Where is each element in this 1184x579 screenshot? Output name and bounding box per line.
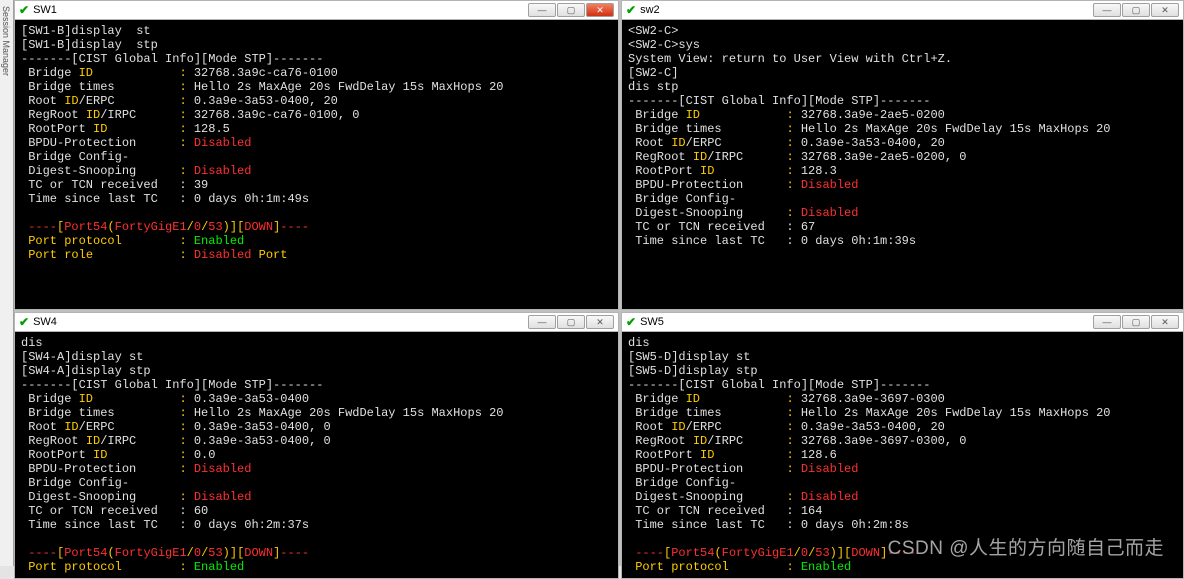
close-button[interactable]: ✕ bbox=[586, 315, 614, 329]
terminal-tile-sw1: ✔ SW1 — ▢ ✕ [SW1-B]display st [SW1-B]dis… bbox=[14, 0, 619, 310]
session-sidebar[interactable]: Session Manager Command Manager Active S… bbox=[0, 0, 14, 566]
titlebar-sw5[interactable]: ✔ SW5 — ▢ ✕ bbox=[621, 312, 1184, 332]
terminal-grid: ✔ SW1 — ▢ ✕ [SW1-B]display st [SW1-B]dis… bbox=[14, 0, 1184, 566]
terminal-output-sw4[interactable]: dis [SW4-A]display st [SW4-A]display stp… bbox=[14, 332, 619, 579]
close-button[interactable]: ✕ bbox=[1151, 315, 1179, 329]
terminal-output-sw2[interactable]: <SW2-C> <SW2-C>sys System View: return t… bbox=[621, 20, 1184, 310]
minimize-button[interactable]: — bbox=[528, 3, 556, 17]
maximize-button[interactable]: ▢ bbox=[1122, 3, 1150, 17]
title-label: SW4 bbox=[33, 316, 523, 328]
window-buttons: — ▢ ✕ bbox=[1092, 3, 1179, 17]
window-buttons: — ▢ ✕ bbox=[1092, 315, 1179, 329]
check-icon: ✔ bbox=[626, 315, 636, 329]
title-label: SW5 bbox=[640, 316, 1088, 328]
terminal-tile-sw4: ✔ SW4 — ▢ ✕ dis [SW4-A]display st [SW4-A… bbox=[14, 312, 619, 579]
titlebar-sw2[interactable]: ✔ sw2 — ▢ ✕ bbox=[621, 0, 1184, 20]
maximize-button[interactable]: ▢ bbox=[1122, 315, 1150, 329]
titlebar-sw1[interactable]: ✔ SW1 — ▢ ✕ bbox=[14, 0, 619, 20]
window-buttons: — ▢ ✕ bbox=[527, 315, 614, 329]
minimize-button[interactable]: — bbox=[528, 315, 556, 329]
terminal-tile-sw2: ✔ sw2 — ▢ ✕ <SW2-C> <SW2-C>sys System Vi… bbox=[621, 0, 1184, 310]
minimize-button[interactable]: — bbox=[1093, 315, 1121, 329]
check-icon: ✔ bbox=[19, 3, 29, 17]
minimize-button[interactable]: — bbox=[1093, 3, 1121, 17]
terminal-tile-sw5: ✔ SW5 — ▢ ✕ dis [SW5-D]display st [SW5-D… bbox=[621, 312, 1184, 579]
sidebar-session-manager[interactable]: Session Manager bbox=[0, 4, 12, 566]
check-icon: ✔ bbox=[626, 3, 636, 17]
titlebar-sw4[interactable]: ✔ SW4 — ▢ ✕ bbox=[14, 312, 619, 332]
close-button[interactable]: ✕ bbox=[586, 3, 614, 17]
title-label: SW1 bbox=[33, 4, 523, 16]
check-icon: ✔ bbox=[19, 315, 29, 329]
title-label: sw2 bbox=[640, 4, 1088, 16]
terminal-output-sw1[interactable]: [SW1-B]display st [SW1-B]display stp ---… bbox=[14, 20, 619, 310]
maximize-button[interactable]: ▢ bbox=[557, 315, 585, 329]
maximize-button[interactable]: ▢ bbox=[557, 3, 585, 17]
close-button[interactable]: ✕ bbox=[1151, 3, 1179, 17]
window-buttons: — ▢ ✕ bbox=[527, 3, 614, 17]
terminal-output-sw5[interactable]: dis [SW5-D]display st [SW5-D]display stp… bbox=[621, 332, 1184, 579]
